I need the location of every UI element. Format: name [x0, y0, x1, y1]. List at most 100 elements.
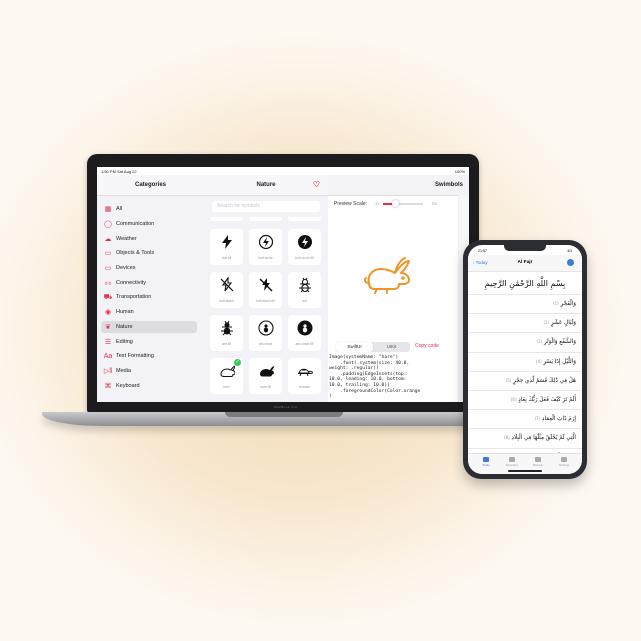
symbol-tile-ant[interactable]: ant	[288, 272, 321, 308]
category-item-objects-tools[interactable]: ▭ Objects & Tools	[103, 246, 204, 261]
detail-title: Swimbols	[328, 175, 469, 196]
category-item-transportation[interactable]: ⛟ Transportation	[103, 290, 204, 305]
verse-text: وَالْفَجْرِ	[558, 301, 577, 307]
symbol-detail-panel: Swimbols Preview Scale: 1x 5x SwiftUI UI…	[328, 175, 469, 402]
bismillah: بِسْمِ اللَّهِ الرَّحْمَٰنِ الرَّحِيمِ	[484, 279, 566, 288]
laptop-opening-notch	[225, 412, 343, 417]
symbol-tile-hare[interactable]: hare ✓	[210, 358, 243, 394]
tab-label: Mosque	[533, 463, 543, 467]
symbol-tile-bolt-circle-fill[interactable]: bolt.circle.fill	[288, 229, 321, 265]
grid-icon: ▦	[104, 206, 112, 214]
ant-circle-icon	[257, 320, 274, 336]
segment-swiftui[interactable]: SwiftUI	[336, 342, 373, 352]
category-item-nature[interactable]: ❦ Nature	[101, 320, 204, 335]
symbol-tile-bolt-slash-fill[interactable]: bolt.slash.fill	[249, 272, 282, 308]
symbol-name-label: bolt.slash.fill	[256, 299, 275, 303]
category-item-communication[interactable]: ◯ Communication	[103, 217, 204, 232]
symbol-search-input[interactable]: Search for symbols	[212, 201, 320, 212]
language-segmented-control[interactable]: SwiftUI UIKit	[336, 342, 410, 352]
tab-memorize[interactable]: Memorize	[502, 457, 522, 467]
verse-list: وَالْفَجْرِ (1) وَلَيَالٍ عَشْرٍ (2) وَالش…	[468, 294, 582, 467]
folder-icon: ▭	[104, 250, 112, 258]
verse-text: وَاللَّيْلِ إِذَا يَسْرِ	[541, 358, 576, 365]
bolt-icon	[219, 234, 235, 250]
phone-notch	[504, 245, 546, 251]
memorize-tab-icon	[509, 457, 515, 462]
verse-row[interactable]: أَلَمْ تَرَ كَيْفَ فَعَلَ رَبُّكَ بِعَاد…	[468, 389, 582, 409]
symbol-tile-ant-circle[interactable]: ant.circle	[249, 315, 282, 351]
tab-mosque[interactable]: Mosque	[528, 457, 548, 467]
symbol-tile-bolt-circle[interactable]: bolt.circle	[249, 229, 282, 265]
slider-icon: ☰	[104, 338, 112, 346]
verse-row[interactable]: إِرَمَ ذَاتِ الْعِمَادِ (7)	[468, 409, 582, 428]
bubble-icon: ◯	[104, 221, 112, 229]
scale-min-label: 1x	[375, 201, 380, 206]
phone-nav-bar: ‹ Today Al Fajr	[468, 255, 582, 272]
preview-scale-slider[interactable]	[383, 200, 423, 207]
ant-icon	[297, 277, 313, 293]
preview-scale-label: Preview Scale:	[334, 201, 368, 207]
symbol-name-label: hare	[223, 385, 230, 389]
ant-fill-icon	[219, 320, 235, 336]
status-time: 1:50 PM Sat Aug 22	[101, 169, 137, 174]
copy-code-button[interactable]: Copy code	[415, 343, 439, 349]
bolt-circle-fill-icon	[297, 234, 313, 250]
symbol-name-label: bolt.fill	[221, 256, 232, 260]
symbol-tile-ant-fill[interactable]: ant.fill	[210, 315, 243, 351]
category-item-weather[interactable]: ☁ Weather	[103, 231, 204, 246]
symbol-tile-hare-fill[interactable]: hare.fill	[249, 358, 282, 394]
category-label: Weather	[116, 235, 137, 242]
tab-label: Settings	[558, 463, 570, 467]
segment-uikit[interactable]: UIKit	[373, 342, 410, 352]
today-tab-icon	[483, 457, 489, 462]
category-item-editing[interactable]: ☰ Editing	[103, 334, 204, 349]
symbol-tile-tortoise[interactable]: tortoise	[288, 358, 321, 394]
hare-icon	[219, 363, 235, 379]
symbol-name-label: ant.fill	[222, 342, 231, 346]
verse-row[interactable]: وَلَيَالٍ عَشْرٍ (2)	[468, 313, 582, 332]
cloud-sun-icon: ☁	[104, 235, 112, 243]
category-item-text-formatting[interactable]: Aa Text Formatting	[103, 349, 204, 364]
settings-tab-icon	[561, 457, 567, 462]
verse-text: وَالشَّفْعِ وَالْوَتْرِ	[542, 339, 576, 346]
slider-knob[interactable]	[391, 200, 399, 207]
category-item-devices[interactable]: ▭ Devices	[103, 261, 204, 276]
command-icon: ⌘	[104, 382, 112, 390]
verse-row[interactable]: وَالْفَجْرِ (1)	[468, 294, 582, 313]
symbol-tile-ant-circle-fill[interactable]: ant.circle.fill	[288, 315, 321, 351]
category-label: Human	[116, 309, 134, 316]
previous-row-tiles	[204, 217, 328, 221]
laptop-brand: MacBook Pro	[274, 405, 298, 409]
selected-checkmark-icon: ✓	[234, 359, 241, 366]
symbol-name-label: ant.circle.fill	[295, 342, 314, 346]
category-item-media[interactable]: ▷‖ Media	[103, 364, 204, 379]
leaf-icon: ❦	[105, 323, 111, 331]
tab-today[interactable]: Today	[476, 457, 496, 467]
category-label: All	[116, 206, 123, 213]
favorite-heart-icon[interactable]: ♡	[313, 175, 320, 195]
symbol-name-label: bolt.circle.fill	[295, 256, 314, 260]
category-label: Objects & Tools	[116, 250, 155, 257]
verse-text: أَلَمْ تَرَ كَيْفَ فَعَلَ رَبُّكَ بِعَاد…	[516, 396, 576, 403]
play-pause-icon: ▷‖	[103, 367, 113, 375]
symbols-column: Nature ♡ Search for symbols bolt.fill bol…	[204, 175, 329, 402]
verse-row[interactable]: هَلْ فِي ذَٰلِكَ قَسَمٌ لِّذِي حِجْرٍ (5…	[468, 370, 582, 390]
textformat-icon: Aa	[103, 352, 113, 360]
phone-screen: 21:57 4G ‹ Today Al Fajr بِسْمِ اللَّهِ …	[468, 245, 582, 474]
verse-row[interactable]: وَالشَّفْعِ وَالْوَتْرِ (3)	[468, 332, 582, 351]
category-item-keyboard[interactable]: ⌘ Keyboard	[103, 378, 204, 393]
verse-row[interactable]: الَّتِي لَمْ يُخْلَقْ مِثْلُهَا فِي الْب…	[468, 428, 582, 447]
category-item-human[interactable]: ◉ Human	[103, 305, 204, 320]
verse-text: هَلْ فِي ذَٰلِكَ قَسَمٌ لِّذِي حِجْرٍ	[511, 377, 576, 384]
play-audio-icon[interactable]	[567, 259, 574, 266]
category-item-all[interactable]: ▦ All	[103, 202, 204, 217]
antenna-icon: ((•))	[104, 280, 112, 286]
symbol-tile-bolt-slash[interactable]: bolt.slash	[210, 272, 243, 308]
symbol-tile-bolt-fill[interactable]: bolt.fill	[210, 229, 243, 265]
tab-settings[interactable]: Settings	[554, 457, 574, 467]
bolt-circle-icon	[258, 234, 274, 250]
hare-fill-icon	[258, 363, 274, 379]
symbol-name-label: bolt.slash	[219, 299, 234, 303]
verse-row[interactable]: وَاللَّيْلِ إِذَا يَسْرِ (4)	[468, 351, 582, 371]
category-item-connectivity[interactable]: ((•)) Connectivity	[103, 275, 204, 290]
